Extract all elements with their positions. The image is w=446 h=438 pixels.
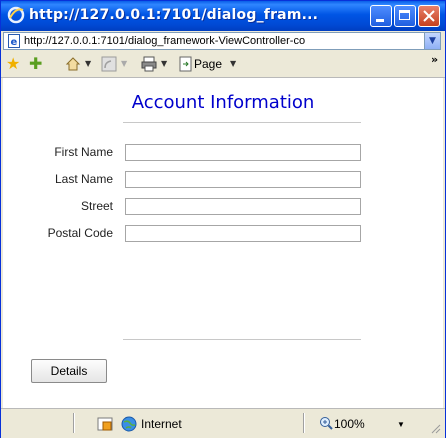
address-field[interactable]: e http://127.0.0.1:7101/dialog_framework… bbox=[3, 32, 441, 50]
security-zone-label: Internet bbox=[141, 417, 182, 431]
status-divider bbox=[73, 413, 74, 433]
window-title: http://127.0.0.1:7101/dialog_fram... bbox=[29, 7, 319, 23]
browser-window: http://127.0.0.1:7101/dialog_fram... e h… bbox=[0, 0, 446, 438]
status-bar: Internet 100% ▼ bbox=[1, 408, 445, 438]
favorites-star-icon[interactable]: ★ bbox=[6, 56, 20, 72]
page-menu-label[interactable]: Page bbox=[194, 56, 222, 72]
street-field[interactable] bbox=[125, 198, 361, 215]
add-favorites-icon[interactable]: ✚ bbox=[29, 56, 42, 72]
minimize-icon bbox=[376, 19, 384, 22]
command-toolbar: ★ ✚ ▼ ▼ ▼ Page ▼ » bbox=[1, 51, 445, 78]
close-icon bbox=[423, 10, 435, 22]
postal-code-field[interactable] bbox=[125, 225, 361, 242]
top-divider bbox=[123, 122, 361, 123]
postal-code-label: Postal Code bbox=[47, 226, 113, 240]
bottom-divider bbox=[123, 339, 361, 340]
feeds-dropdown-icon: ▼ bbox=[121, 59, 128, 68]
zoom-dropdown-icon[interactable]: ▼ bbox=[397, 420, 405, 429]
first-name-field[interactable] bbox=[125, 144, 361, 161]
print-dropdown-icon[interactable]: ▼ bbox=[161, 56, 167, 72]
zoom-icon[interactable] bbox=[319, 416, 333, 430]
close-button[interactable] bbox=[418, 5, 440, 27]
page-menu-icon[interactable] bbox=[179, 56, 193, 72]
security-icon[interactable] bbox=[97, 416, 113, 432]
maximize-icon bbox=[399, 10, 410, 20]
print-icon[interactable] bbox=[141, 56, 157, 72]
page-title: Account Information bbox=[131, 92, 315, 113]
status-divider bbox=[303, 413, 304, 433]
address-dropdown-icon[interactable]: ▼ bbox=[424, 33, 440, 49]
home-icon[interactable] bbox=[65, 56, 81, 72]
page-content: Account Information First Name Last Name… bbox=[3, 78, 443, 408]
toolbar-overflow-icon[interactable]: » bbox=[431, 53, 438, 66]
address-bar: e http://127.0.0.1:7101/dialog_framework… bbox=[1, 31, 445, 51]
feeds-icon[interactable] bbox=[101, 56, 117, 72]
address-text: http://127.0.0.1:7101/dialog_framework-V… bbox=[24, 35, 306, 47]
ie-logo-icon bbox=[7, 6, 25, 24]
title-bar[interactable]: http://127.0.0.1:7101/dialog_fram... bbox=[1, 1, 445, 31]
page-icon: e bbox=[8, 34, 20, 48]
resize-grip-icon[interactable] bbox=[429, 422, 441, 434]
minimize-button[interactable] bbox=[370, 5, 392, 27]
last-name-field[interactable] bbox=[125, 171, 361, 188]
page-dropdown-icon[interactable]: ▼ bbox=[230, 56, 236, 72]
svg-text:e: e bbox=[11, 37, 18, 48]
maximize-button[interactable] bbox=[394, 5, 416, 27]
first-name-label: First Name bbox=[54, 145, 113, 159]
last-name-label: Last Name bbox=[54, 172, 113, 186]
details-button[interactable]: Details bbox=[31, 359, 107, 383]
street-label: Street bbox=[80, 199, 113, 213]
home-dropdown-icon[interactable]: ▼ bbox=[85, 56, 91, 72]
zoom-level[interactable]: 100% bbox=[334, 417, 365, 431]
globe-icon bbox=[121, 416, 137, 432]
